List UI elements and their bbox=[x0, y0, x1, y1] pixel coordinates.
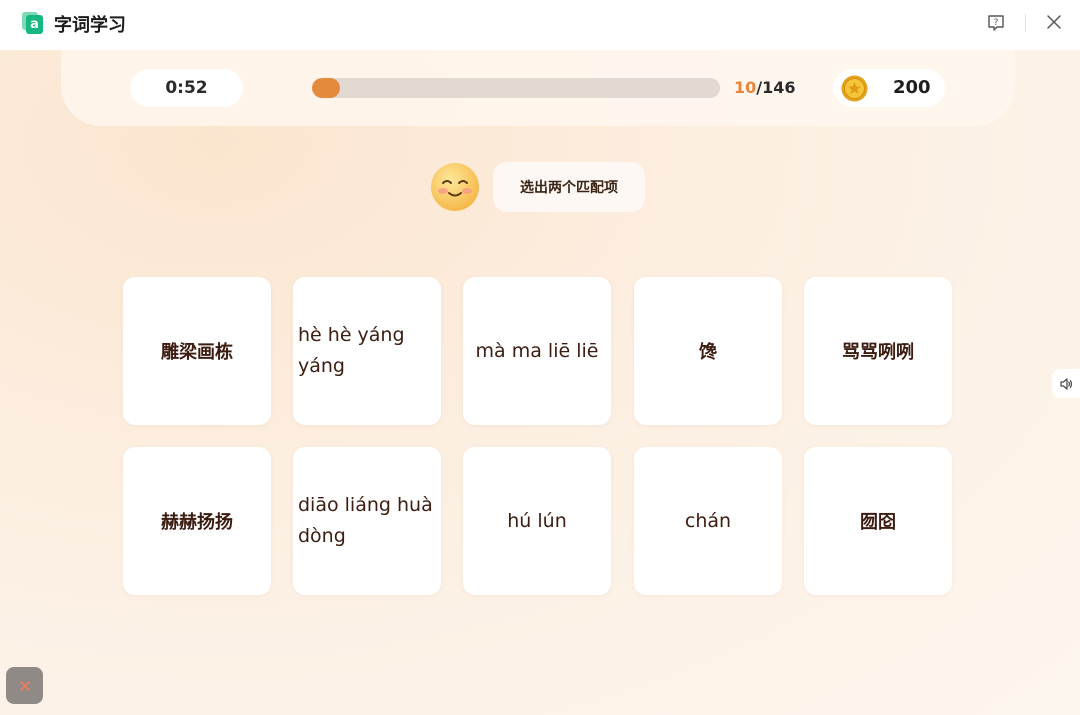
progress-bar-fill bbox=[312, 78, 340, 98]
match-card[interactable]: 赫赫扬扬 bbox=[123, 447, 271, 595]
smiley-face-icon bbox=[431, 163, 479, 211]
match-card[interactable]: hú lún bbox=[463, 447, 611, 595]
instruction-bubble: 选出两个匹配项 bbox=[493, 162, 645, 212]
coin-icon bbox=[841, 75, 868, 102]
svg-text:?: ? bbox=[994, 18, 999, 28]
card-text: 骂骂咧咧 bbox=[842, 342, 914, 363]
x-icon bbox=[19, 680, 30, 691]
progress-bar bbox=[312, 78, 720, 98]
card-text: hè hè yáng yáng bbox=[298, 324, 405, 377]
speaker-icon bbox=[1060, 377, 1072, 390]
app-title: 字词学习 bbox=[54, 15, 126, 36]
card-text: 囫囵 bbox=[860, 512, 896, 533]
quit-button[interactable] bbox=[6, 667, 43, 704]
card-text: 馋 bbox=[699, 342, 717, 363]
coin-value: 200 bbox=[893, 77, 931, 98]
progress-count: 10/146 bbox=[734, 78, 796, 97]
help-icon: ? bbox=[988, 15, 1004, 31]
card-text: diāo liáng huà dòng bbox=[298, 494, 433, 547]
progress-total: /146 bbox=[756, 78, 796, 97]
card-text: hú lún bbox=[507, 510, 567, 532]
sound-button[interactable] bbox=[1052, 369, 1080, 398]
match-card[interactable]: 雕梁画栋 bbox=[123, 277, 271, 425]
match-card[interactable]: 馋 bbox=[634, 277, 782, 425]
card-text: 雕梁画栋 bbox=[161, 342, 233, 363]
match-card[interactable]: chán bbox=[634, 447, 782, 595]
close-button[interactable] bbox=[1045, 13, 1063, 31]
card-text: chán bbox=[684, 510, 732, 532]
progress-current: 10 bbox=[734, 78, 757, 97]
match-card[interactable]: mà ma liē liē bbox=[463, 277, 611, 425]
help-button[interactable]: ? bbox=[986, 13, 1006, 33]
match-card[interactable]: 囫囵 bbox=[804, 447, 952, 595]
title-bar: a 字词学习 ? bbox=[0, 0, 1080, 50]
timer: 0:52 bbox=[130, 69, 243, 107]
card-text: mà ma liē liē bbox=[475, 340, 599, 362]
app-logo-icon: a bbox=[22, 12, 44, 34]
match-card[interactable]: diāo liáng huà dòng bbox=[293, 447, 441, 595]
coin-counter: 200 bbox=[833, 69, 945, 107]
close-icon bbox=[1047, 15, 1061, 29]
match-card[interactable]: hè hè yáng yáng bbox=[293, 277, 441, 425]
card-text: 赫赫扬扬 bbox=[161, 512, 233, 533]
match-card[interactable]: 骂骂咧咧 bbox=[804, 277, 952, 425]
titlebar-divider bbox=[1025, 14, 1026, 32]
